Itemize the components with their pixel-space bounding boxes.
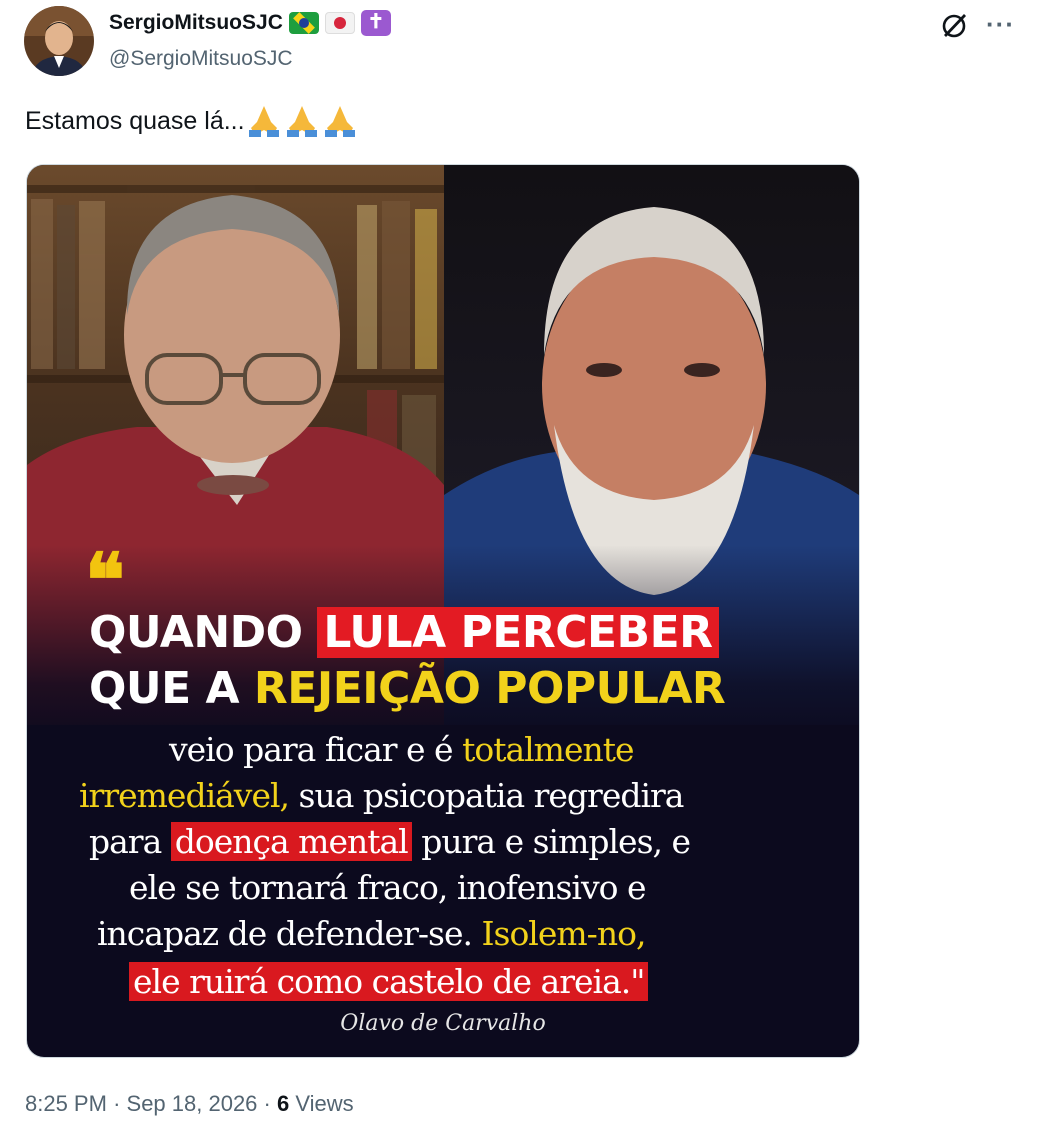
quote-text-yellow: irremediável, (79, 776, 290, 815)
headline-highlight-yellow: REJEIÇÃO POPULAR (253, 663, 726, 714)
quote-text: veio para ficar e é (169, 730, 454, 769)
tweet-text-content: Estamos quase lá... (25, 107, 245, 135)
quote-body-line-3: para doença mental pura e simples, e (89, 819, 691, 865)
more-options-icon[interactable]: ··· (986, 11, 1015, 37)
separator: · (113, 1091, 121, 1116)
quote-attribution: Olavo de Carvalho (340, 1011, 546, 1036)
quote-text-yellow: Isolem-no, (481, 914, 646, 953)
folded-hands-icon (324, 106, 355, 137)
quote-body-line-2: irremediável, sua psicopatia regredira (79, 773, 684, 819)
tweet-text: Estamos quase lá... (25, 104, 359, 138)
avatar[interactable] (24, 6, 94, 76)
quote-text: pura e simples, e (421, 822, 691, 861)
brazil-flag-icon (288, 12, 319, 34)
headline-highlight-red: LULA PERCEBER (317, 607, 719, 658)
author-display-name[interactable]: SergioMitsuoSJC (109, 9, 283, 37)
quote-text: incapaz de defender-se. (97, 914, 473, 953)
japan-flag-icon (324, 12, 355, 34)
folded-hands-icon (248, 106, 279, 137)
quote-mark-icon: ❝ (85, 538, 125, 624)
quote-body-line-1: veio para ficar e é totalmente (169, 727, 635, 773)
quote-text-red-highlight: ele ruirá como castelo de areia." (129, 962, 649, 1001)
headline-plain-2: QUE A (89, 663, 240, 714)
quote-text-yellow: totalmente (462, 730, 634, 769)
headline-line-1: QUANDO LULA PERCEBER (89, 607, 719, 659)
grok-icon[interactable] (939, 11, 969, 41)
avatar-image (24, 6, 94, 76)
quote-text: ele se tornará fraco, inofensivo e (129, 868, 647, 907)
tweet-media-image[interactable]: ❝ QUANDO LULA PERCEBER QUE A REJEIÇÃO PO… (26, 164, 860, 1058)
headline-line-2: QUE A REJEIÇÃO POPULAR (89, 663, 726, 715)
tweet-time[interactable]: 8:25 PM (25, 1091, 107, 1116)
folded-hands-icon (286, 106, 317, 137)
views-count: 6 (277, 1091, 290, 1116)
quote-text: sua psicopatia regredira (298, 776, 685, 815)
separator: · (263, 1091, 271, 1116)
quote-body-line-5: incapaz de defender-se. Isolem-no, (97, 911, 646, 957)
headline-plain-1: QUANDO (89, 607, 303, 658)
quote-body-line-4: ele se tornará fraco, inofensivo e (129, 865, 647, 911)
author-handle[interactable]: @SergioMitsuoSJC (109, 45, 293, 73)
quote-text-red-highlight: doença mental (170, 822, 412, 861)
views-label: Views (295, 1091, 354, 1116)
tweet-date[interactable]: Sep 18, 2026 (127, 1091, 258, 1116)
quote-text: para (89, 822, 162, 861)
tweet-metadata: 8:25 PM · Sep 18, 2026 · 6 Views (25, 1088, 354, 1120)
latin-cross-icon: ✝ (360, 10, 391, 36)
quote-body-line-6: ele ruirá como castelo de areia." (129, 959, 649, 1005)
author-name-row[interactable]: SergioMitsuoSJC ✝ (109, 9, 391, 37)
